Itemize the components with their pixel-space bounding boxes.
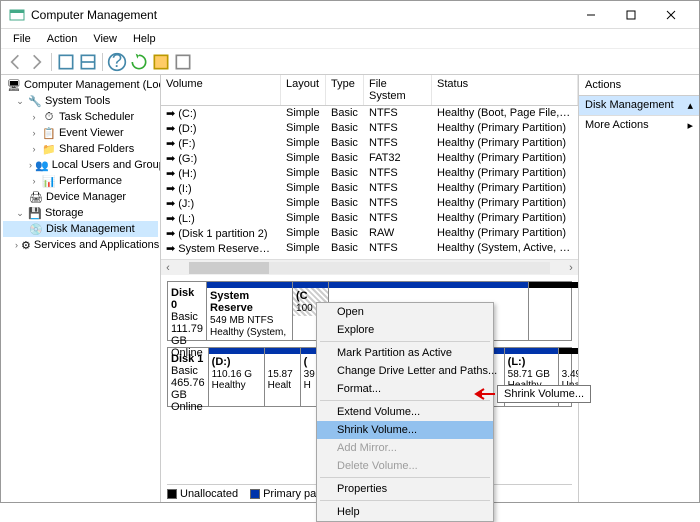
menu-help[interactable]: Help (125, 31, 164, 47)
table-row[interactable]: ➡ (H:)SimpleBasicNTFSHealthy (Primary Pa… (161, 166, 578, 181)
scroll-thumb[interactable] (189, 262, 269, 274)
app-icon (9, 7, 25, 23)
volume-box[interactable]: 15.87Healt (265, 348, 301, 406)
tree-disk-management[interactable]: 💿Disk Management (3, 221, 158, 237)
menu-explore[interactable]: Explore (317, 321, 493, 339)
tree-storage[interactable]: ⌄💾Storage (3, 205, 158, 221)
actions-pane: Actions Disk Management▴ More Actions▸ (579, 75, 699, 502)
log-icon: 📋 (42, 126, 56, 140)
horizontal-scrollbar[interactable]: ‹ › (161, 259, 578, 275)
menu-mark-active[interactable]: Mark Partition as Active (317, 344, 493, 362)
forward-button[interactable] (27, 52, 47, 72)
tree-task-scheduler[interactable]: ›⏱Task Scheduler (3, 109, 158, 125)
window-title: Computer Management (31, 8, 571, 22)
scroll-right-icon[interactable]: › (564, 262, 578, 274)
up-button[interactable] (56, 52, 76, 72)
menu-shrink-volume[interactable]: Shrink Volume... (317, 421, 493, 439)
actions-disk-management[interactable]: Disk Management▴ (579, 96, 699, 116)
title-bar: Computer Management (1, 1, 699, 29)
list-header[interactable]: Volume Layout Type File System Status (161, 75, 578, 106)
col-type[interactable]: Type (326, 75, 364, 105)
maximize-button[interactable] (611, 1, 651, 29)
users-icon: 👥 (35, 158, 49, 172)
volume-box[interactable]: System Reserve549 MB NTFSHealthy (System… (207, 282, 293, 340)
tree-event-viewer[interactable]: ›📋Event Viewer (3, 125, 158, 141)
table-row[interactable]: ➡ (L:)SimpleBasicNTFSHealthy (Primary Pa… (161, 211, 578, 226)
disk-1-label[interactable]: Disk 1 Basic 465.76 GB Online (168, 348, 209, 406)
scroll-left-icon[interactable]: ‹ (161, 262, 175, 274)
tree-services[interactable]: ›⚙Services and Applications (3, 237, 158, 253)
disk-0-label[interactable]: Disk 0 Basic 111.79 GB Online (168, 282, 207, 340)
table-row[interactable]: ➡ (J:)SimpleBasicNTFSHealthy (Primary Pa… (161, 196, 578, 211)
disk-icon: 💿 (29, 222, 43, 236)
tree-root[interactable]: 🖥Computer Management (Local (3, 77, 158, 93)
volume-box[interactable] (529, 282, 578, 340)
chevron-right-icon: ▸ (687, 119, 693, 132)
device-icon: 🖨 (29, 190, 43, 204)
tool-button-2[interactable] (173, 52, 193, 72)
col-layout[interactable]: Layout (281, 75, 326, 105)
back-button[interactable] (5, 52, 25, 72)
actions-title: Actions (579, 75, 699, 96)
menu-help[interactable]: Help (317, 503, 493, 521)
menu-action[interactable]: Action (39, 31, 86, 47)
tree-local-users[interactable]: ›👥Local Users and Groups (3, 157, 158, 173)
col-status[interactable]: Status (432, 75, 578, 105)
clock-icon: ⏱ (42, 110, 56, 124)
menu-add-mirror: Add Mirror... (317, 439, 493, 457)
close-button[interactable] (651, 1, 691, 29)
actions-more[interactable]: More Actions▸ (579, 116, 699, 135)
navigation-tree[interactable]: 🖥Computer Management (Local ⌄🔧System Too… (1, 75, 161, 502)
perf-icon: 📊 (42, 174, 56, 188)
volume-box[interactable]: (D:)110.16 GHealthy (209, 348, 265, 406)
table-row[interactable]: ➡ (F:)SimpleBasicNTFSHealthy (Primary Pa… (161, 136, 578, 151)
help-button[interactable]: ? (107, 52, 127, 72)
refresh-button[interactable] (129, 52, 149, 72)
services-icon: ⚙ (21, 238, 31, 252)
menu-open[interactable]: Open (317, 303, 493, 321)
menu-delete-volume: Delete Volume... (317, 457, 493, 475)
view-button[interactable] (78, 52, 98, 72)
wrench-icon: 🔧 (28, 94, 42, 108)
svg-text:?: ? (112, 52, 122, 71)
table-row[interactable]: ➡ System Reserved (K:)SimpleBasicNTFSHea… (161, 241, 578, 256)
menu-bar: File Action View Help (1, 29, 699, 49)
menu-view[interactable]: View (85, 31, 125, 47)
menu-change-letter[interactable]: Change Drive Letter and Paths... (317, 362, 493, 380)
toolbar: ? (1, 49, 699, 75)
table-row[interactable]: ➡ (C:)SimpleBasicNTFSHealthy (Boot, Page… (161, 106, 578, 121)
tree-system-tools[interactable]: ⌄🔧System Tools (3, 93, 158, 109)
tree-shared-folders[interactable]: ›📁Shared Folders (3, 141, 158, 157)
annotation-arrow-icon (472, 387, 496, 401)
table-row[interactable]: ➡ (G:)SimpleBasicFAT32Healthy (Primary P… (161, 151, 578, 166)
table-row[interactable]: ➡ (Disk 1 partition 2)SimpleBasicRAWHeal… (161, 226, 578, 241)
tree-performance[interactable]: ›📊Performance (3, 173, 158, 189)
col-volume[interactable]: Volume (161, 75, 281, 105)
col-filesystem[interactable]: File System (364, 75, 432, 105)
volume-list[interactable]: Volume Layout Type File System Status ➡ … (161, 75, 578, 275)
computer-icon: 🖥 (7, 78, 21, 92)
tool-button-1[interactable] (151, 52, 171, 72)
table-row[interactable]: ➡ (D:)SimpleBasicNTFSHealthy (Primary Pa… (161, 121, 578, 136)
menu-format[interactable]: Format... (317, 380, 493, 398)
tooltip: Shrink Volume... (497, 385, 591, 403)
menu-extend-volume[interactable]: Extend Volume... (317, 403, 493, 421)
storage-icon: 💾 (28, 206, 42, 220)
table-row[interactable]: ➡ (I:)SimpleBasicNTFSHealthy (Primary Pa… (161, 181, 578, 196)
menu-file[interactable]: File (5, 31, 39, 47)
folder-icon: 📁 (42, 142, 56, 156)
collapse-icon: ▴ (687, 99, 693, 112)
tree-device-manager[interactable]: 🖨Device Manager (3, 189, 158, 205)
minimize-button[interactable] (571, 1, 611, 29)
context-menu: Open Explore Mark Partition as Active Ch… (316, 302, 494, 522)
menu-properties[interactable]: Properties (317, 480, 493, 498)
